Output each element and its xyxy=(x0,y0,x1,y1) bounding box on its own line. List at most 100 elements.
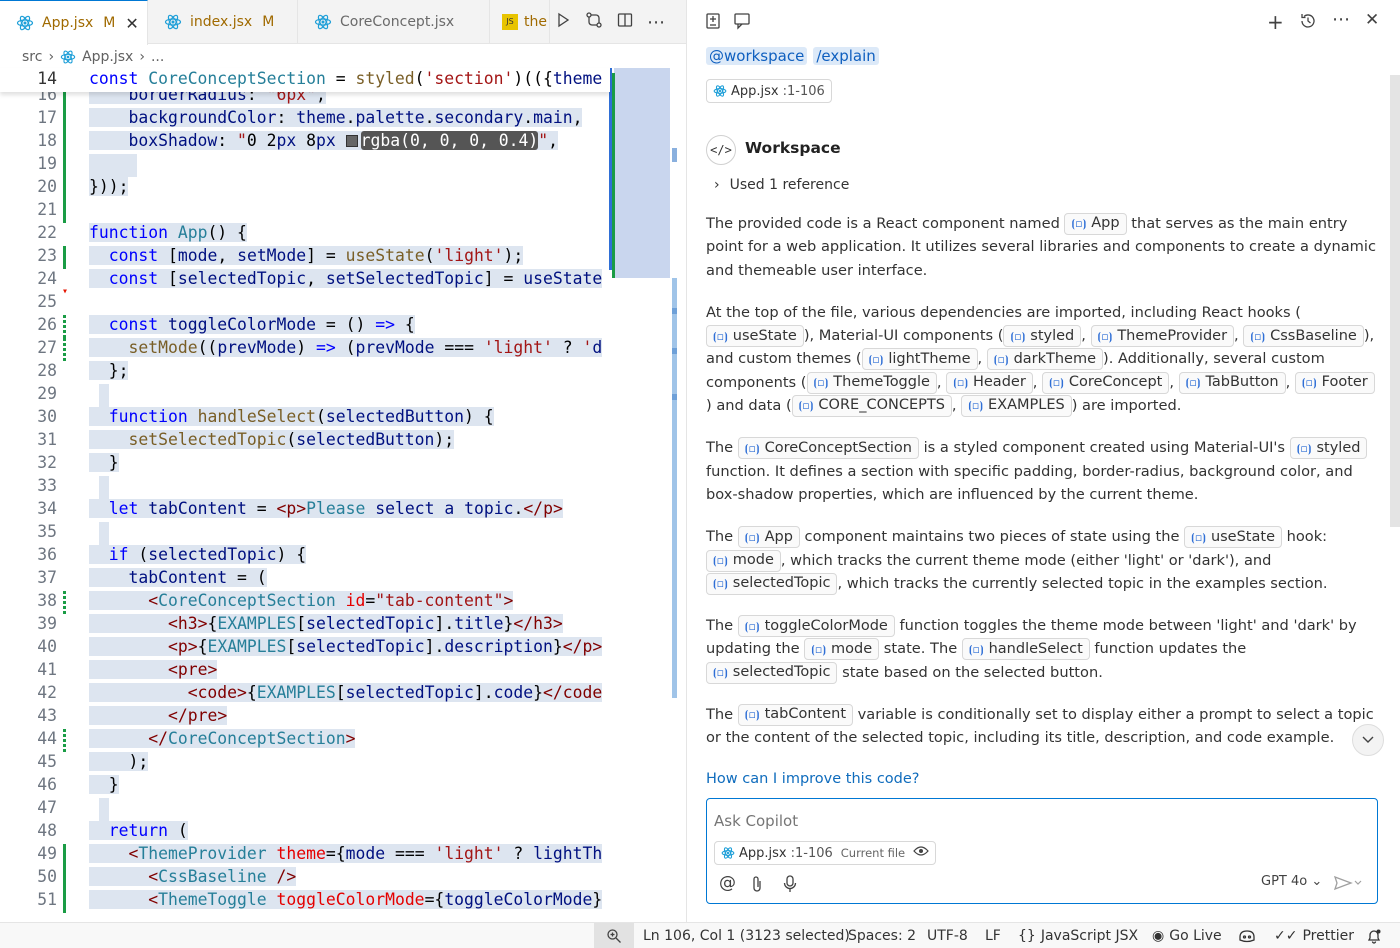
code-line[interactable]: 49 <ThemeProvider theme={mode === 'light… xyxy=(0,844,610,867)
split-editor-icon[interactable] xyxy=(617,12,633,32)
symbol-reference-chip[interactable]: ⦗▫⦘ styled xyxy=(1003,325,1082,348)
code-line[interactable]: 24 const [selectedTopic, setSelectedTopi… xyxy=(0,269,610,292)
code-line[interactable]: 50 <CssBaseline /> xyxy=(0,867,610,890)
symbol-reference-chip[interactable]: ⦗▫⦘ TabButton xyxy=(1178,371,1286,394)
chat-icon[interactable] xyxy=(733,12,753,34)
git-change-marker[interactable] xyxy=(63,154,66,177)
prettier-button[interactable]: ✓✓ Prettier xyxy=(1274,923,1354,948)
git-change-marker[interactable] xyxy=(63,867,66,890)
encoding[interactable]: UTF-8 xyxy=(927,923,968,948)
symbol-reference-chip[interactable]: ⦗▫⦘ ThemeProvider xyxy=(1090,325,1235,348)
code-line[interactable]: 28 }; xyxy=(0,361,610,384)
end-of-line[interactable]: LF xyxy=(985,923,1001,948)
code-line[interactable]: 42 <code>{EXAMPLES[selectedTopic].code}<… xyxy=(0,683,610,706)
code-line[interactable]: 18 boxShadow: "0 2px 8px rgba(0, 0, 0, 0… xyxy=(0,131,610,154)
symbol-reference-chip[interactable]: ⦗▫⦘ mode xyxy=(804,638,880,661)
code-line[interactable]: 45 ); xyxy=(0,752,610,775)
symbol-reference-chip[interactable]: ⦗▫⦘ CORE_CONCEPTS xyxy=(791,395,952,418)
code-line[interactable]: 39 <h3>{EXAMPLES[selectedTopic].title}</… xyxy=(0,614,610,637)
code-line[interactable]: 34 let tabContent = <p>Please select a t… xyxy=(0,499,610,522)
close-icon[interactable]: ✕ xyxy=(125,14,138,33)
code-line[interactable]: 36 if (selectedTopic) { xyxy=(0,545,610,568)
code-line[interactable]: 33 xyxy=(0,476,610,499)
symbol-reference-chip[interactable]: ⦗▫⦘ ThemeToggle xyxy=(806,371,937,394)
tab-the[interactable]: JS the xyxy=(490,0,550,44)
language-mode[interactable]: {} JavaScript JSX xyxy=(1018,923,1138,948)
code-line[interactable]: 22 function App() { xyxy=(0,223,610,246)
symbol-reference-chip[interactable]: ⦗▫⦘ lightTheme xyxy=(861,348,978,371)
code-line[interactable]: 23 const [mode, setMode] = useState('lig… xyxy=(0,246,610,269)
symbol-reference-chip[interactable]: ⦗▫⦘ darkTheme xyxy=(986,348,1104,371)
breadcrumb-more[interactable]: ... xyxy=(151,49,164,65)
close-icon[interactable]: ✕ xyxy=(1365,10,1379,30)
go-live-button[interactable]: ◉ Go Live xyxy=(1152,923,1222,948)
chat-input[interactable]: Ask Copilot xyxy=(714,812,798,830)
symbol-reference-chip[interactable]: ⦗▫⦘ tabContent xyxy=(737,704,854,727)
code-line[interactable]: 47 xyxy=(0,798,610,821)
send-icon[interactable] xyxy=(1333,875,1363,895)
indentation[interactable]: Spaces: 2 xyxy=(848,923,916,948)
eye-icon[interactable] xyxy=(913,845,929,861)
code-line[interactable]: 46 } xyxy=(0,775,610,798)
code-line[interactable]: 37 tabContent = ( xyxy=(0,568,610,591)
attach-icon[interactable] xyxy=(751,875,763,897)
symbol-reference-chip[interactable]: ⦗▫⦘ toggleColorMode xyxy=(737,615,895,638)
microphone-icon[interactable] xyxy=(783,875,797,897)
symbol-reference-chip[interactable]: ⦗▫⦘ handleSelect xyxy=(961,638,1090,661)
code-line[interactable]: 38 <CoreConceptSection id="tab-content"> xyxy=(0,591,610,614)
symbol-reference-chip[interactable]: ⦗▫⦘ Footer xyxy=(1294,371,1375,394)
code-line[interactable]: 21 xyxy=(0,200,610,223)
minimap[interactable] xyxy=(612,68,674,768)
run-icon[interactable] xyxy=(555,12,571,32)
followup-suggestion[interactable]: How can I improve this code? xyxy=(706,771,920,787)
code-line[interactable]: 40 <p>{EXAMPLES[selectedTopic].descripti… xyxy=(0,637,610,660)
context-file-chip[interactable]: App.jsx:1-106 xyxy=(706,79,832,103)
code-line[interactable]: 27 setMode((prevMode) => (prevMode === '… xyxy=(0,338,610,361)
symbol-reference-chip[interactable]: ⦗▫⦘ EXAMPLES xyxy=(961,395,1072,418)
code-line[interactable]: 32 } xyxy=(0,453,610,476)
git-change-marker[interactable] xyxy=(63,246,66,269)
code-line[interactable]: 43 </pre> xyxy=(0,706,610,729)
chat-scrollbar[interactable] xyxy=(1390,75,1400,527)
code-line[interactable]: 31 setSelectedTopic(selectedButton); xyxy=(0,430,610,453)
zoom-icon[interactable] xyxy=(594,923,634,948)
tab-index-jsx[interactable]: index.jsx M xyxy=(148,0,298,44)
sticky-scroll-line[interactable]: 14 const CoreConceptSection = styled('se… xyxy=(0,68,610,92)
code-line[interactable]: 25 ▾ xyxy=(0,286,610,315)
current-file-chip[interactable]: App.jsx:1-106 Current file xyxy=(714,841,937,865)
git-change-marker[interactable] xyxy=(63,890,66,913)
symbol-reference-chip[interactable]: ⦗▫⦘ Header xyxy=(946,371,1033,394)
new-chat-icon[interactable]: + xyxy=(1267,10,1284,34)
git-change-marker[interactable] xyxy=(63,131,66,154)
symbol-reference-chip[interactable]: ⦗▫⦘ CoreConceptSection xyxy=(737,437,919,460)
symbol-reference-chip[interactable]: ⦗▫⦘ styled xyxy=(1289,437,1368,460)
breadcrumb-folder[interactable]: src xyxy=(22,49,42,65)
vertical-scrollbar[interactable] xyxy=(672,68,686,768)
code-line[interactable]: 41 <pre> xyxy=(0,660,610,683)
chat-editor-icon[interactable] xyxy=(705,12,723,34)
symbol-reference-chip[interactable]: ⦗▫⦘ useState xyxy=(706,325,804,348)
code-line[interactable]: 20})); xyxy=(0,177,610,200)
code-editor[interactable]: 16 borderRadius: "6px", 17 backgroundColo… xyxy=(0,68,610,922)
notifications-icon[interactable] xyxy=(1366,923,1382,948)
cursor-position[interactable]: Ln 106, Col 1 (3123 selected) xyxy=(643,923,850,948)
tab-app-jsx[interactable]: App.jsx M ✕ xyxy=(0,0,148,45)
git-change-marker[interactable] xyxy=(63,844,66,867)
copilot-icon[interactable] xyxy=(1238,923,1256,948)
symbol-reference-chip[interactable]: ⦗▫⦘ App xyxy=(1064,213,1127,235)
git-change-marker[interactable] xyxy=(63,315,66,338)
code-line[interactable]: 35 xyxy=(0,522,610,545)
symbol-reference-chip[interactable]: ⦗▫⦘ useState xyxy=(1184,526,1282,549)
symbol-reference-chip[interactable]: ⦗▫⦘ selectedTopic xyxy=(706,572,838,595)
symbol-reference-chip[interactable]: ⦗▫⦘ selectedTopic xyxy=(706,661,838,684)
fold-marker-icon[interactable]: ▾ xyxy=(62,286,68,297)
git-change-marker[interactable] xyxy=(63,200,66,223)
symbol-reference-chip[interactable]: ⦗▫⦘ CssBaseline xyxy=(1243,325,1364,348)
symbol-reference-chip[interactable]: ⦗▫⦘ App xyxy=(737,526,800,549)
compare-changes-icon[interactable] xyxy=(585,11,603,33)
more-actions-icon[interactable]: ⋯ xyxy=(1332,9,1350,30)
code-line[interactable]: 29 xyxy=(0,384,610,407)
git-change-marker[interactable] xyxy=(63,729,66,752)
mention-icon[interactable]: @ xyxy=(719,873,736,893)
more-actions-icon[interactable]: ⋯ xyxy=(647,12,666,33)
